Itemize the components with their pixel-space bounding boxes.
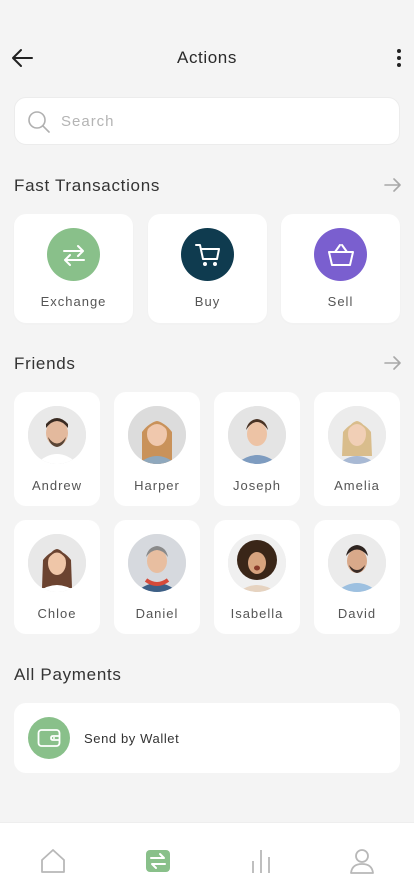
fast-buy-label: Buy <box>194 294 221 309</box>
avatar <box>228 406 286 464</box>
avatar <box>28 534 86 592</box>
transfer-icon[interactable] <box>144 847 172 875</box>
avatar <box>128 406 186 464</box>
friend-name: Chloe <box>37 606 77 621</box>
fast-exchange-label: Exchange <box>40 294 107 309</box>
avatar <box>328 406 386 464</box>
fast-sell-card[interactable]: Sell <box>281 214 400 323</box>
friend-card-amelia[interactable]: Amelia <box>314 392 400 506</box>
friend-name: Isabella <box>230 606 284 621</box>
friend-card-joseph[interactable]: Joseph <box>214 392 300 506</box>
friend-card-david[interactable]: David <box>314 520 400 634</box>
send-by-wallet-item[interactable]: Send by Wallet <box>14 703 400 773</box>
wallet-icon <box>28 717 70 759</box>
friend-card-daniel[interactable]: Daniel <box>114 520 200 634</box>
search-bar <box>14 97 400 145</box>
friend-name: David <box>337 606 377 621</box>
avatar <box>228 534 286 592</box>
vertical-dots-icon[interactable] <box>394 46 404 70</box>
friend-name: Daniel <box>135 606 179 621</box>
cart-icon <box>181 228 234 281</box>
all-payments-title: All Payments <box>14 665 122 684</box>
search-icon <box>28 111 50 133</box>
payment-label: Send by Wallet <box>84 731 180 746</box>
fast-sell-label: Sell <box>327 294 354 309</box>
friend-card-chloe[interactable]: Chloe <box>14 520 100 634</box>
page-title: Actions <box>177 48 237 67</box>
avatar <box>328 534 386 592</box>
chart-bars-icon[interactable] <box>247 847 275 875</box>
friend-name: Andrew <box>31 478 83 493</box>
header: Actions <box>0 36 414 80</box>
friend-card-isabella[interactable]: Isabella <box>214 520 300 634</box>
arrow-right-icon[interactable] <box>384 356 402 370</box>
fast-buy-card[interactable]: Buy <box>148 214 267 323</box>
friend-name: Amelia <box>334 478 380 493</box>
exchange-icon <box>47 228 100 281</box>
friend-card-harper[interactable]: Harper <box>114 392 200 506</box>
avatar <box>28 406 86 464</box>
user-icon[interactable] <box>348 847 376 875</box>
friend-name: Joseph <box>233 478 281 493</box>
friends-title: Friends <box>14 354 76 373</box>
arrow-right-icon[interactable] <box>384 178 402 192</box>
fast-exchange-card[interactable]: Exchange <box>14 214 133 323</box>
friend-card-andrew[interactable]: Andrew <box>14 392 100 506</box>
home-icon[interactable] <box>39 847 67 875</box>
friend-name: Harper <box>134 478 180 493</box>
search-input[interactable] <box>61 98 381 144</box>
tab-bar <box>0 822 414 896</box>
basket-icon <box>314 228 367 281</box>
fast-transactions-title: Fast Transactions <box>14 176 161 195</box>
avatar <box>128 534 186 592</box>
